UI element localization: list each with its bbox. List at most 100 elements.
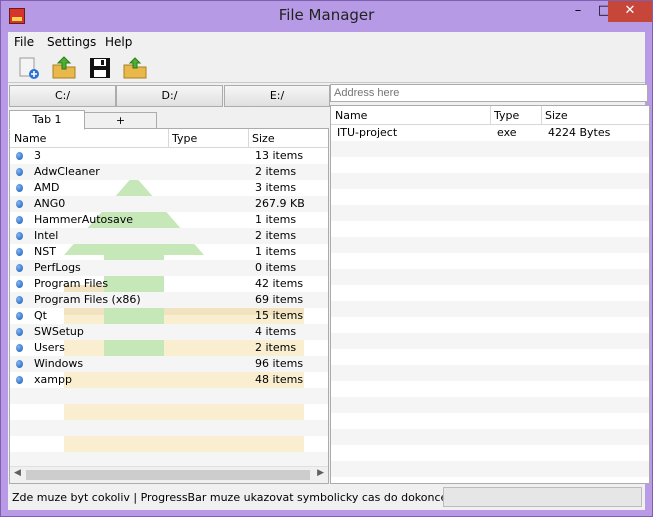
left-rows: 3 13 items AdwCleaner 2 items AMD 3 items ANG0… <box>10 148 328 468</box>
table-row[interactable]: 3 13 items <box>10 148 328 164</box>
drive-c-button[interactable]: C:/ <box>9 85 116 107</box>
new-file-icon[interactable] <box>16 55 42 81</box>
empty-row <box>331 333 649 349</box>
left-file-list[interactable]: Name Type Size 3 13 items AdwCleaner 2 item… <box>9 128 329 484</box>
save-icon[interactable] <box>87 55 113 81</box>
column-header-name[interactable]: Name <box>335 109 367 122</box>
column-divider[interactable] <box>168 129 169 147</box>
cell-name: AMD <box>34 181 60 194</box>
scroll-right-icon[interactable]: ▶ <box>317 468 324 478</box>
column-header-type[interactable]: Type <box>494 109 519 122</box>
cell-size: 1 items <box>255 213 297 226</box>
table-row[interactable]: AMD 3 items <box>10 180 328 196</box>
table-row[interactable]: ANG0 267.9 KB <box>10 196 328 212</box>
cell-name: Program Files (x86) <box>34 293 141 306</box>
menu-file[interactable]: File <box>14 35 34 49</box>
table-row[interactable]: ITU-project exe 4224 Bytes <box>331 125 649 141</box>
empty-row <box>331 317 649 333</box>
folder-icon <box>16 376 23 384</box>
menu-settings[interactable]: Settings <box>47 35 96 49</box>
empty-row <box>331 237 649 253</box>
empty-row <box>331 141 649 157</box>
minimize-button[interactable]: – <box>565 1 591 22</box>
empty-row <box>10 420 328 436</box>
tab-1[interactable]: Tab 1 <box>9 110 85 130</box>
address-input[interactable] <box>330 84 648 102</box>
client-area: File Settings Help C:/ D:/ E:/ Tab 1 + <box>8 32 650 510</box>
cell-size: 96 items <box>255 357 304 370</box>
folder-icon <box>16 232 23 240</box>
cell-name: ANG0 <box>34 197 66 210</box>
empty-row <box>331 157 649 173</box>
folder-icon <box>16 344 23 352</box>
table-row[interactable]: SWSetup 4 items <box>10 324 328 340</box>
cell-name: ITU-project <box>337 126 398 139</box>
table-row[interactable]: Users 2 items <box>10 340 328 356</box>
column-divider[interactable] <box>490 106 491 124</box>
folder-up-icon[interactable] <box>51 55 77 81</box>
empty-row <box>331 429 649 445</box>
cell-name: SWSetup <box>34 325 84 338</box>
empty-row <box>331 365 649 381</box>
table-row[interactable]: NST 1 items <box>10 244 328 260</box>
empty-row <box>331 349 649 365</box>
folder-icon <box>16 216 23 224</box>
cell-size: 2 items <box>255 165 297 178</box>
cell-name: Windows <box>34 357 84 370</box>
column-header-type[interactable]: Type <box>172 132 197 145</box>
window-title: File Manager <box>278 6 375 24</box>
cell-name: xampp <box>34 373 72 386</box>
close-button[interactable]: ✕ <box>608 1 652 22</box>
column-header-size[interactable]: Size <box>545 109 568 122</box>
table-row[interactable]: PerfLogs 0 items <box>10 260 328 276</box>
empty-row <box>331 381 649 397</box>
table-row[interactable]: AdwCleaner 2 items <box>10 164 328 180</box>
cell-size: 2 items <box>255 341 297 354</box>
empty-row <box>331 413 649 429</box>
column-divider[interactable] <box>248 129 249 147</box>
cell-size: 1 items <box>255 245 297 258</box>
folder-icon <box>16 168 23 176</box>
table-row[interactable]: Intel 2 items <box>10 228 328 244</box>
folder-icon <box>16 184 23 192</box>
column-header-size[interactable]: Size <box>252 132 275 145</box>
cell-size: 69 items <box>255 293 304 306</box>
right-file-list[interactable]: Name Type Size ITU-project exe 4224 Bytes <box>330 105 650 484</box>
status-text: Zde muze byt cokoliv | ProgressBar muze … <box>12 491 506 504</box>
drive-d-button[interactable]: D:/ <box>116 85 223 107</box>
toolbar-separator <box>8 82 645 83</box>
column-divider[interactable] <box>541 106 542 124</box>
cell-size: 15 items <box>255 309 304 322</box>
folder-icon <box>16 280 23 288</box>
drive-e-button[interactable]: E:/ <box>224 85 330 107</box>
cell-size: 3 items <box>255 181 297 194</box>
cell-name: HammerAutosave <box>34 213 134 226</box>
open-folder-icon[interactable] <box>122 55 148 81</box>
progress-bar <box>443 487 642 507</box>
table-row[interactable]: xampp 48 items <box>10 372 328 388</box>
empty-row <box>331 189 649 205</box>
empty-row <box>331 269 649 285</box>
title-bar[interactable]: File Manager – □ ✕ <box>1 1 652 31</box>
table-row[interactable]: HammerAutosave 1 items <box>10 212 328 228</box>
cell-type: exe <box>497 126 517 139</box>
table-row[interactable]: Windows 96 items <box>10 356 328 372</box>
scrollbar-thumb[interactable] <box>26 470 310 480</box>
empty-row <box>331 221 649 237</box>
horizontal-scrollbar[interactable]: ◀ ▶ <box>10 466 328 483</box>
cell-name: Intel <box>34 229 59 242</box>
table-row[interactable]: Qt 15 items <box>10 308 328 324</box>
menu-help[interactable]: Help <box>105 35 132 49</box>
cell-size: 2 items <box>255 229 297 242</box>
cell-size: 4 items <box>255 325 297 338</box>
app-window: File Manager – □ ✕ File Settings Help C: <box>0 0 653 517</box>
column-header-name[interactable]: Name <box>14 132 46 145</box>
table-row[interactable]: Program Files 42 items <box>10 276 328 292</box>
folder-icon <box>16 248 23 256</box>
empty-row <box>331 301 649 317</box>
folder-icon <box>16 152 23 160</box>
folder-icon <box>16 328 23 336</box>
scroll-left-icon[interactable]: ◀ <box>14 468 21 478</box>
table-row[interactable]: Program Files (x86) 69 items <box>10 292 328 308</box>
folder-icon <box>16 200 23 208</box>
